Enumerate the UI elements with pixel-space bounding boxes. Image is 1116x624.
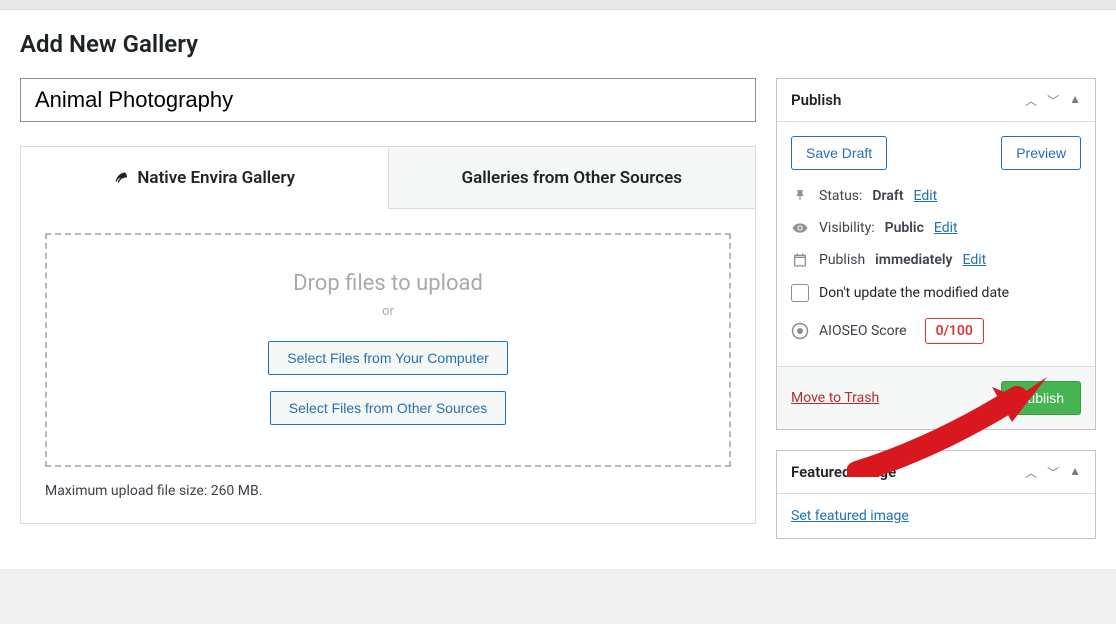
move-up-icon[interactable]: ︿ — [1025, 92, 1037, 109]
publish-title: Publish — [791, 91, 841, 109]
postbox-controls: ︿ ﹀ ▲ — [1025, 464, 1081, 481]
page-wrap: Add New Gallery Native Envira Gallery Ga… — [0, 10, 1116, 569]
tabs-box: Native Envira Gallery Galleries from Oth… — [20, 146, 756, 524]
sidebar: Publish ︿ ﹀ ▲ Save Draft Preview — [776, 78, 1096, 559]
tab-native-label: Native Envira Gallery — [137, 168, 295, 188]
publish-footer: Move to Trash Publish — [777, 366, 1095, 429]
visibility-value: Public — [885, 220, 924, 236]
toggle-icon[interactable]: ▲ — [1069, 92, 1081, 109]
edit-status-link[interactable]: Edit — [914, 188, 938, 204]
featured-body: Set featured image — [777, 494, 1095, 538]
upload-size-note: Maximum upload file size: 260 MB. — [45, 483, 731, 499]
publish-when: immediately — [875, 252, 952, 268]
postbox-controls: ︿ ﹀ ▲ — [1025, 92, 1081, 109]
aioseo-label: AIOSEO Score — [819, 323, 907, 339]
publish-header: Publish ︿ ﹀ ▲ — [777, 79, 1095, 122]
featured-image-postbox: Featured Image ︿ ﹀ ▲ Set featured image — [776, 450, 1096, 539]
status-label: Status: — [819, 188, 862, 204]
dropzone-or: or — [67, 304, 709, 319]
publish-postbox: Publish ︿ ﹀ ▲ Save Draft Preview — [776, 78, 1096, 430]
window-top-bar — [0, 0, 1116, 10]
status-value: Draft — [872, 188, 903, 204]
move-down-icon[interactable]: ﹀ — [1047, 92, 1059, 109]
visibility-label: Visibility: — [819, 220, 875, 236]
tabs: Native Envira Gallery Galleries from Oth… — [21, 147, 755, 209]
tab-native-envira[interactable]: Native Envira Gallery — [21, 147, 389, 209]
toggle-icon[interactable]: ▲ — [1069, 464, 1081, 481]
pin-icon — [791, 189, 809, 203]
set-featured-image-link[interactable]: Set featured image — [791, 508, 909, 524]
publish-body: Save Draft Preview Status: Draft Edit — [777, 122, 1095, 366]
eye-icon — [791, 220, 809, 236]
page-title: Add New Gallery — [20, 30, 1096, 58]
move-up-icon[interactable]: ︿ — [1025, 464, 1037, 481]
save-draft-button[interactable]: Save Draft — [791, 136, 887, 170]
move-down-icon[interactable]: ﹀ — [1047, 464, 1059, 481]
dont-update-label: Don't update the modified date — [819, 285, 1009, 301]
edit-visibility-link[interactable]: Edit — [934, 220, 958, 236]
preview-button[interactable]: Preview — [1001, 136, 1081, 170]
calendar-icon — [791, 252, 809, 268]
gallery-title-input[interactable] — [20, 78, 756, 122]
dont-update-row: Don't update the modified date — [791, 276, 1081, 310]
tab-other-sources[interactable]: Galleries from Other Sources — [389, 147, 756, 209]
edit-schedule-link[interactable]: Edit — [963, 252, 987, 268]
move-to-trash-link[interactable]: Move to Trash — [791, 390, 879, 406]
dropzone-heading: Drop files to upload — [67, 271, 709, 296]
tab-content: Drop files to upload or Select Files fro… — [21, 209, 755, 523]
featured-title: Featured Image — [791, 463, 896, 481]
layout: Native Envira Gallery Galleries from Oth… — [20, 78, 1096, 559]
leaf-icon — [113, 167, 129, 188]
tab-other-label: Galleries from Other Sources — [462, 168, 683, 188]
main-column: Native Envira Gallery Galleries from Oth… — [20, 78, 756, 524]
aioseo-row: AIOSEO Score 0/100 — [791, 310, 1081, 352]
schedule-row: Publish immediately Edit — [791, 244, 1081, 276]
draft-preview-row: Save Draft Preview — [791, 136, 1081, 170]
select-files-computer-button[interactable]: Select Files from Your Computer — [268, 341, 508, 375]
publish-label: Publish — [819, 252, 865, 268]
select-files-other-button[interactable]: Select Files from Other Sources — [270, 391, 506, 425]
visibility-row: Visibility: Public Edit — [791, 212, 1081, 244]
publish-button[interactable]: Publish — [1001, 381, 1081, 415]
dropzone[interactable]: Drop files to upload or Select Files fro… — [45, 233, 731, 467]
status-row: Status: Draft Edit — [791, 180, 1081, 212]
featured-header: Featured Image ︿ ﹀ ▲ — [777, 451, 1095, 494]
dont-update-checkbox[interactable] — [791, 284, 809, 302]
aioseo-score: 0/100 — [925, 318, 984, 344]
aioseo-icon — [791, 322, 809, 340]
